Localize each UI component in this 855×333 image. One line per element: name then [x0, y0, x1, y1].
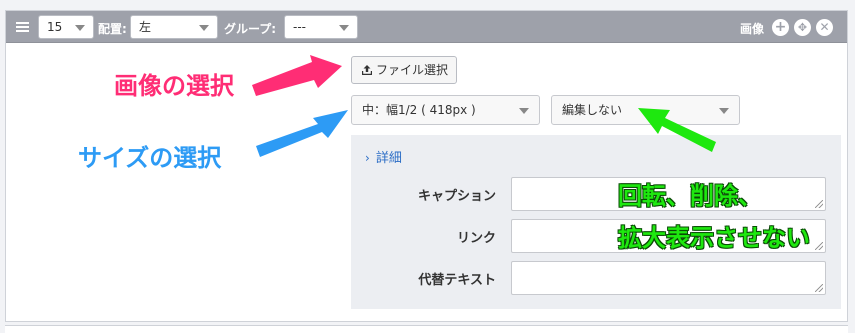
green-arrow-icon [638, 108, 716, 152]
annotation-image-select: 画像の選択 [114, 72, 234, 100]
annotation-no-edit-line2: 拡大表示させない [618, 224, 810, 252]
annotation-size-select: サイズの選択 [78, 144, 222, 172]
blue-arrow-icon [256, 110, 348, 157]
pink-arrow-icon [252, 55, 342, 96]
annotation-no-edit-line1: 回転、削除、 [618, 182, 762, 210]
